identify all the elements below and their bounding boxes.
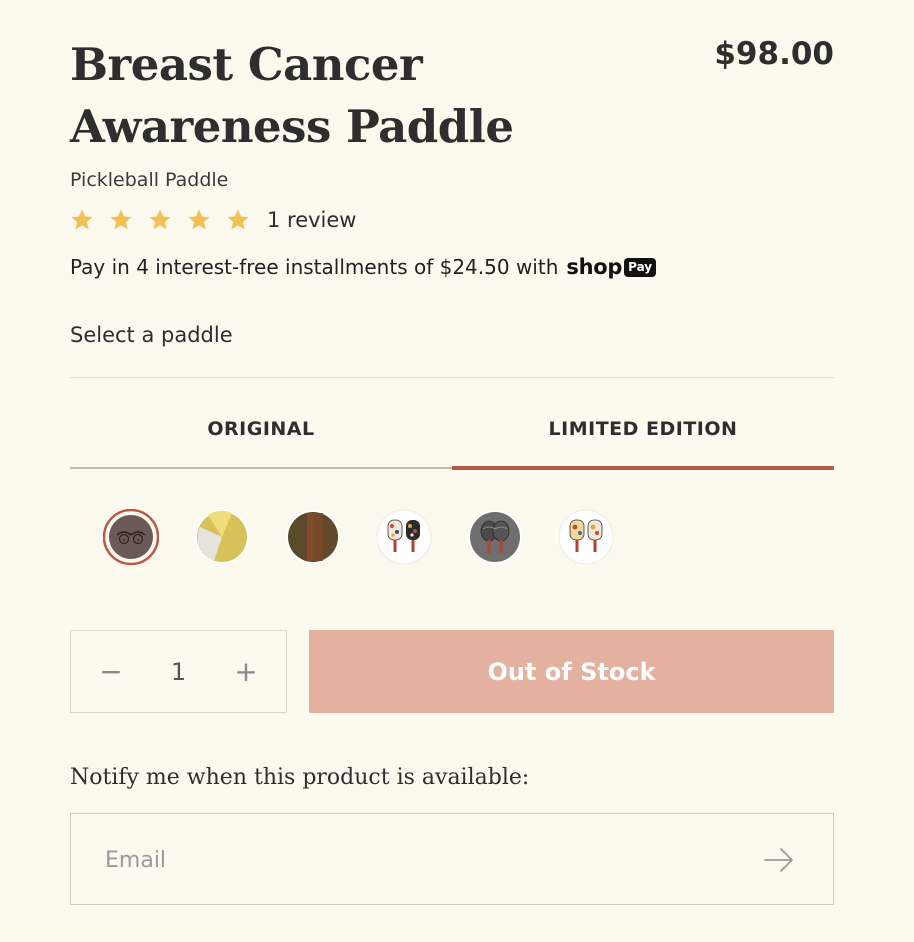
- quantity-increase-button[interactable]: +: [234, 655, 258, 688]
- email-input[interactable]: [105, 842, 705, 878]
- swatch-colorful-paddles[interactable]: [558, 509, 614, 565]
- quantity-value[interactable]: 1: [171, 658, 186, 686]
- star-icon: [70, 208, 94, 232]
- divider: [70, 377, 834, 378]
- tab-original[interactable]: ORIGINAL: [70, 418, 452, 440]
- email-form: [70, 813, 834, 905]
- select-paddle-label: Select a paddle: [70, 323, 233, 347]
- arrow-right-icon[interactable]: [763, 846, 795, 874]
- swatch-olive-rust[interactable]: [285, 509, 341, 565]
- star-icon: [148, 208, 172, 232]
- tab-underline-active: [452, 466, 834, 470]
- tab-limited-edition[interactable]: LIMITED EDITION: [452, 418, 834, 440]
- star-icon: [226, 208, 250, 232]
- star-icon: [109, 208, 133, 232]
- swatch-grey-paddles[interactable]: [467, 509, 523, 565]
- shop-pay-logo: shop: [566, 255, 623, 279]
- installments-text: Pay in 4 interest-free installments of $…: [70, 255, 559, 279]
- out-of-stock-button[interactable]: Out of Stock: [309, 630, 834, 713]
- notify-label: Notify me when this product is available…: [70, 765, 530, 790]
- product-price: $98.00: [714, 36, 834, 72]
- quantity-stepper: − 1 +: [70, 630, 287, 713]
- quantity-decrease-button[interactable]: −: [99, 655, 123, 688]
- product-subtitle: Pickleball Paddle: [70, 169, 229, 191]
- swatch-pattern-paddles[interactable]: [376, 509, 432, 565]
- tab-underline-original: [70, 467, 452, 469]
- star-icon: [187, 208, 211, 232]
- product-title: Breast Cancer Awareness Paddle: [70, 38, 514, 153]
- shop-pay-installments: Pay in 4 interest-free installments of $…: [70, 255, 657, 279]
- swatch-yellow-grey[interactable]: [194, 509, 250, 565]
- shop-pay-badge: Pay: [624, 257, 657, 277]
- review-count-link[interactable]: 1 review: [267, 208, 357, 232]
- swatch-brown-figure[interactable]: [103, 509, 159, 565]
- product-rating[interactable]: 1 review: [70, 208, 357, 232]
